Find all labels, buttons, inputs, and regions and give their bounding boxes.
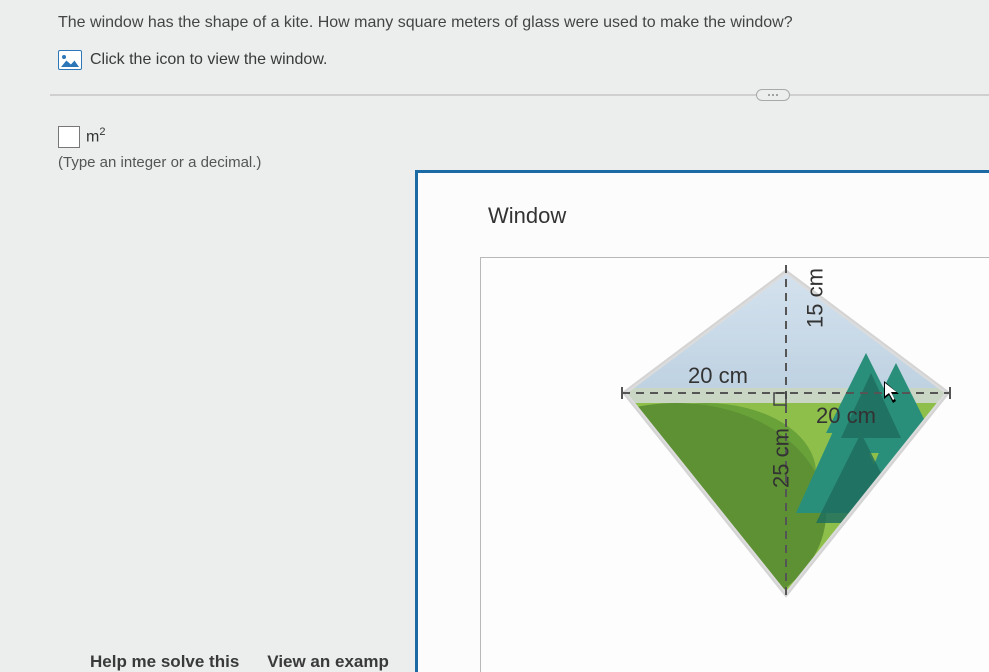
image-icon	[58, 50, 82, 70]
dim-top: 15 cm	[803, 268, 828, 328]
icon-link-label: Click the icon to view the window.	[90, 51, 327, 69]
help-me-solve-link[interactable]: Help me solve this	[90, 652, 239, 672]
dim-bottom: 25 cm	[769, 428, 794, 488]
divider	[50, 94, 989, 96]
view-example-link[interactable]: View an examp	[267, 652, 389, 672]
window-popup: Window	[415, 170, 989, 672]
answer-unit: m2	[86, 126, 105, 146]
answer-input[interactable]	[58, 126, 80, 148]
dim-left: 20 cm	[688, 363, 748, 388]
popup-title: Window	[418, 173, 989, 229]
section-toggle-handle[interactable]	[756, 89, 790, 101]
kite-diagram: 20 cm 20 cm 15 cm 25 cm	[616, 263, 976, 623]
figure-container: 20 cm 20 cm 15 cm 25 cm	[480, 257, 989, 672]
answer-hint: (Type an integer or a decimal.)	[58, 154, 989, 171]
dim-right: 20 cm	[816, 403, 876, 428]
question-text: The window has the shape of a kite. How …	[58, 14, 989, 32]
view-window-link[interactable]: Click the icon to view the window.	[58, 50, 989, 70]
